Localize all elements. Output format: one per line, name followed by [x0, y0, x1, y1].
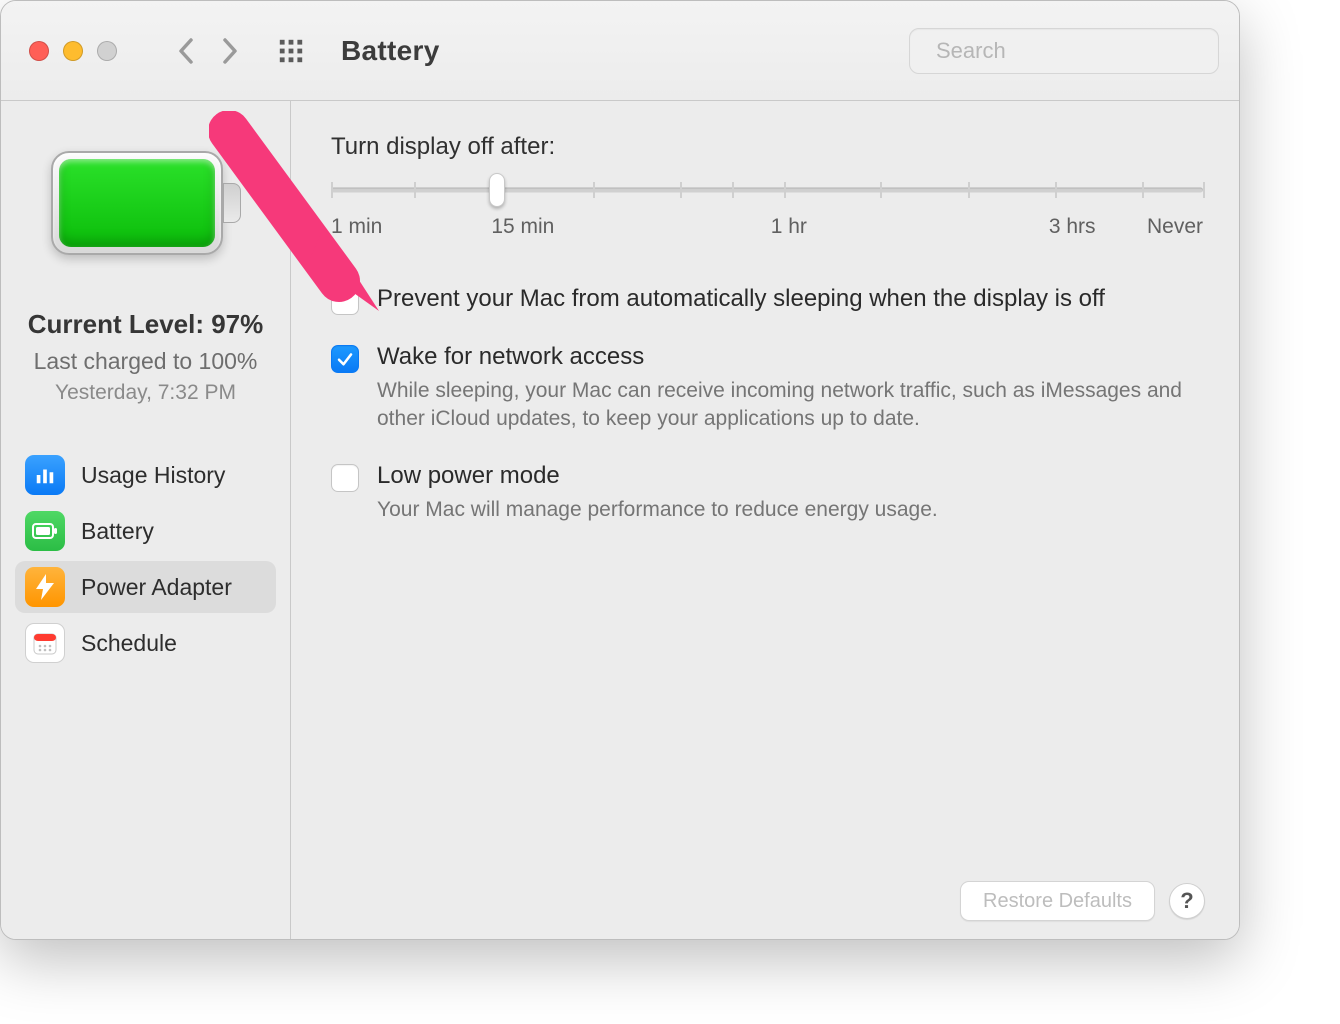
bolt-icon [25, 567, 65, 607]
option-desc: Your Mac will manage performance to redu… [377, 496, 1203, 524]
sidebar-item-label: Battery [81, 518, 154, 545]
option-title: Prevent your Mac from automatically slee… [377, 285, 1203, 313]
zoom-window-button[interactable] [97, 41, 117, 61]
checkbox[interactable] [331, 287, 359, 315]
toolbar: Battery [1, 1, 1239, 101]
sidebar-item-label: Power Adapter [81, 574, 232, 601]
window-controls [29, 41, 117, 61]
back-button[interactable] [171, 32, 201, 70]
window-title: Battery [341, 35, 440, 67]
help-button[interactable]: ? [1169, 883, 1205, 919]
sidebar: Current Level: 97% Last charged to 100% … [1, 101, 291, 939]
minimize-window-button[interactable] [63, 41, 83, 61]
option-title: Low power mode [377, 462, 1203, 490]
slider-thumb[interactable] [489, 173, 505, 207]
checkbox[interactable] [331, 345, 359, 373]
sidebar-item-label: Usage History [81, 462, 225, 489]
option-prevent-sleep[interactable]: Prevent your Mac from automatically slee… [331, 285, 1203, 315]
option-wake-network[interactable]: Wake for network access While sleeping, … [331, 343, 1203, 434]
tick-label: 1 min [331, 215, 382, 239]
battery-large-icon [1, 151, 290, 255]
forward-button[interactable] [215, 32, 245, 70]
show-all-prefs-button[interactable] [273, 33, 309, 69]
battery-prefs-window: Battery Current Level: 97% Last charged … [0, 0, 1240, 940]
calendar-icon [25, 623, 65, 663]
chevron-right-icon [221, 37, 239, 65]
main-panel: Turn display off after: [291, 101, 1239, 939]
tick-label: 1 hr [771, 215, 807, 239]
last-charged-label: Last charged to 100% [1, 348, 290, 375]
search-input[interactable] [934, 37, 1226, 65]
chart-icon [25, 455, 65, 495]
last-charged-date: Yesterday, 7:32 PM [1, 381, 290, 405]
search-field[interactable] [909, 28, 1219, 74]
option-title: Wake for network access [377, 343, 1203, 371]
sidebar-item-power-adapter[interactable]: Power Adapter [15, 561, 276, 613]
sidebar-item-label: Schedule [81, 630, 177, 657]
battery-icon [25, 511, 65, 551]
tick-label: 15 min [491, 215, 554, 239]
display-off-slider[interactable]: 1 min 15 min 1 hr 3 hrs Never [331, 175, 1203, 241]
sidebar-item-schedule[interactable]: Schedule [15, 617, 276, 669]
option-desc: While sleeping, your Mac can receive inc… [377, 377, 1203, 434]
sidebar-item-usage-history[interactable]: Usage History [15, 449, 276, 501]
close-window-button[interactable] [29, 41, 49, 61]
tick-label: 3 hrs [1049, 215, 1096, 239]
current-level-label: Current Level: 97% [1, 309, 290, 340]
options-list: Prevent your Mac from automatically slee… [331, 285, 1203, 524]
tick-label: Never [1147, 215, 1203, 239]
option-low-power[interactable]: Low power mode Your Mac will manage perf… [331, 462, 1203, 524]
sidebar-item-battery[interactable]: Battery [15, 505, 276, 557]
check-icon [336, 350, 354, 368]
display-off-label: Turn display off after: [331, 133, 1203, 161]
restore-defaults-button[interactable]: Restore Defaults [960, 881, 1155, 921]
chevron-left-icon [177, 37, 195, 65]
grid-icon [279, 36, 303, 66]
checkbox[interactable] [331, 464, 359, 492]
sidebar-list: Usage History Battery Power Adapter [1, 449, 290, 669]
